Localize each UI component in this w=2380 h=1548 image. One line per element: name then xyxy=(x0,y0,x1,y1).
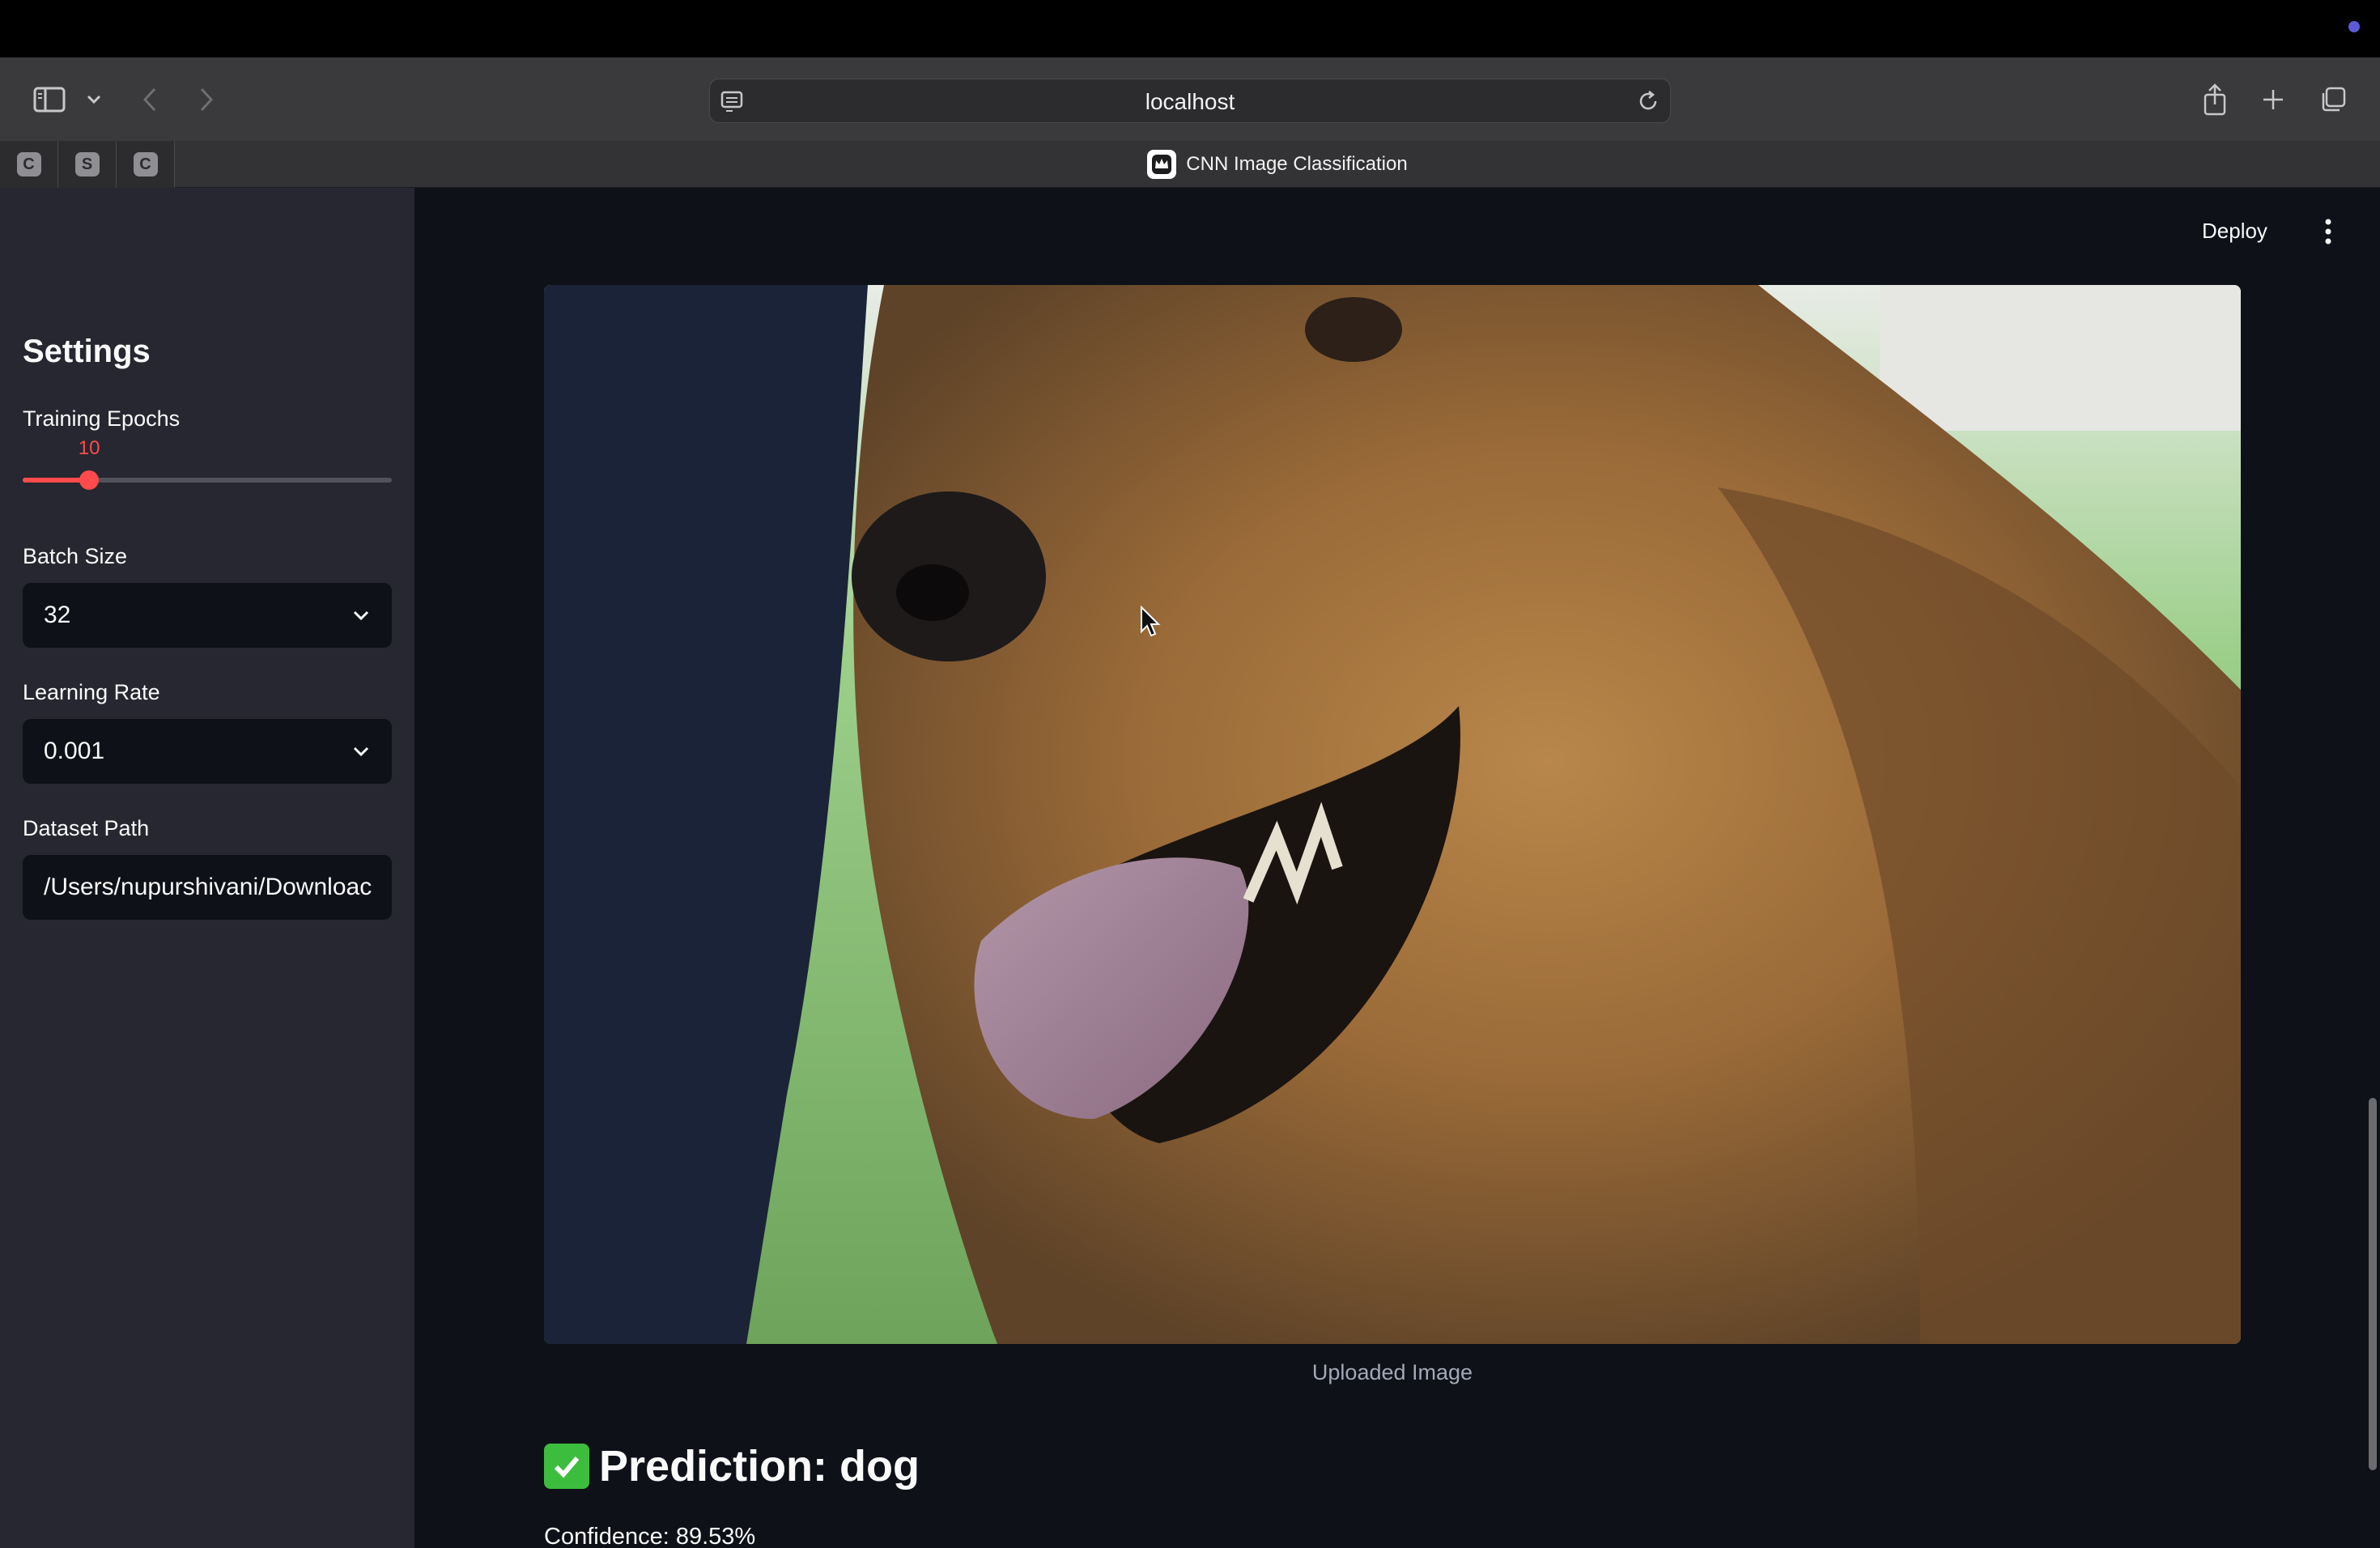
status-dot-icon xyxy=(2348,21,2360,32)
page-scrollbar[interactable] xyxy=(2369,1098,2377,1470)
mouse-cursor-icon xyxy=(1140,605,1161,642)
pinned-tab-favicon: S xyxy=(74,152,100,176)
address-bar[interactable]: localhost xyxy=(709,79,1671,123)
active-tab[interactable]: CNN Image Classification xyxy=(175,141,2380,188)
pinned-tab[interactable]: C xyxy=(0,141,58,188)
forward-arrow-icon[interactable] xyxy=(194,85,219,114)
epochs-slider[interactable] xyxy=(23,470,392,490)
pinned-tab[interactable]: S xyxy=(58,141,117,188)
dataset-path-input[interactable] xyxy=(23,855,392,920)
back-arrow-icon[interactable] xyxy=(138,85,162,114)
epochs-slider-thumb[interactable] xyxy=(79,470,100,490)
tab-bar: C S C CNN Image Classification xyxy=(0,141,2380,188)
system-menu-bar xyxy=(0,0,2380,57)
sidebar-toggle-icon[interactable] xyxy=(29,83,70,116)
url-text[interactable]: localhost xyxy=(710,79,1670,124)
streamlit-crown-icon xyxy=(1147,150,1177,179)
uploaded-image xyxy=(544,285,2241,1344)
settings-sidebar: Settings Training Epochs 10 Batch Size 3… xyxy=(0,188,414,1548)
chevron-down-icon[interactable] xyxy=(84,90,104,109)
dataset-path-field[interactable] xyxy=(23,855,392,920)
dataset-path-label: Dataset Path xyxy=(23,816,150,840)
learning-rate-select[interactable]: 0.001 xyxy=(23,719,392,784)
prediction-text: Prediction: dog xyxy=(599,1442,920,1491)
confidence-text: Confidence: 89.53% xyxy=(544,1524,756,1548)
deploy-button[interactable]: Deploy xyxy=(2202,219,2267,244)
batch-size-value: 32 xyxy=(44,602,71,628)
batch-size-label: Batch Size xyxy=(23,544,128,568)
share-icon[interactable] xyxy=(2199,82,2231,117)
image-caption: Uploaded Image xyxy=(1311,1360,1473,1384)
active-tab-title: CNN Image Classification xyxy=(1186,153,1408,175)
pinned-tab-favicon: C xyxy=(16,152,41,176)
pinned-tab[interactable]: C xyxy=(117,141,175,188)
pinned-tab-favicon: C xyxy=(133,152,158,176)
new-tab-icon[interactable] xyxy=(2259,85,2288,114)
chevron-down-icon xyxy=(351,742,371,765)
learning-rate-value: 0.001 xyxy=(44,738,105,764)
browser-toolbar: localhost xyxy=(0,57,2380,141)
prediction-heading: Prediction: dog xyxy=(544,1441,920,1491)
more-options-icon[interactable] xyxy=(2320,215,2336,252)
batch-size-select[interactable]: 32 xyxy=(23,583,392,648)
learning-rate-label: Learning Rate xyxy=(23,680,160,704)
tab-overview-icon[interactable] xyxy=(2317,83,2349,116)
sidebar-title: Settings xyxy=(23,334,151,369)
streamlit-app: Settings Training Epochs 10 Batch Size 3… xyxy=(0,188,2380,1548)
check-mark-icon xyxy=(544,1444,589,1489)
epochs-label: Training Epochs xyxy=(23,406,181,431)
reload-icon[interactable] xyxy=(1636,89,1660,117)
epochs-value: 10 xyxy=(78,437,100,459)
chevron-down-icon xyxy=(351,606,371,629)
